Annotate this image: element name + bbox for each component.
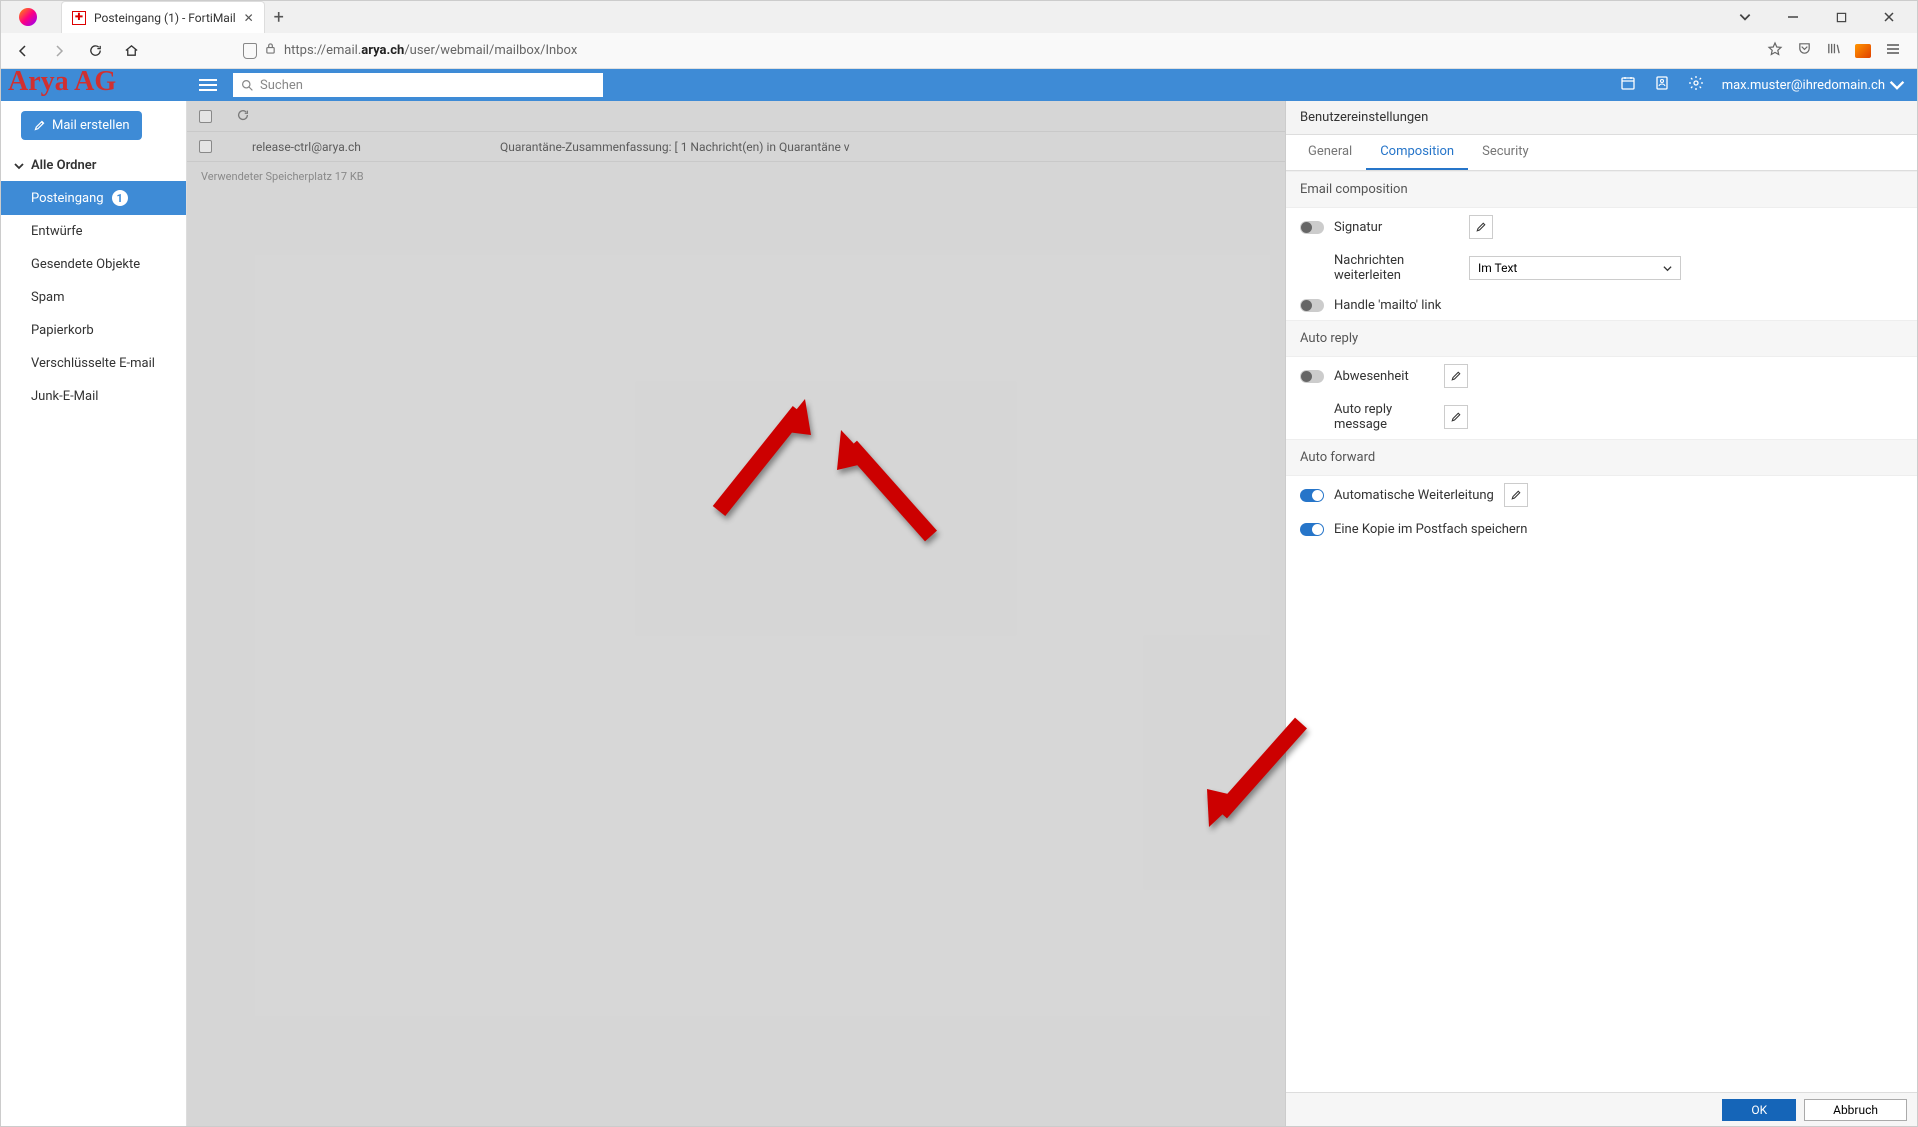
window-minimize-button[interactable]	[1779, 3, 1807, 31]
settings-panel: Benutzereinstellungen General Compositio…	[1285, 101, 1917, 1126]
titlebar-right	[1731, 3, 1917, 31]
section-auto-reply: Auto reply	[1286, 320, 1917, 357]
fortimail-favicon-icon: ✚	[72, 11, 86, 25]
signature-label: Signatur	[1334, 220, 1459, 235]
toggle-keep-copy[interactable]	[1300, 523, 1324, 536]
sidebar-toggle-button[interactable]	[199, 76, 217, 94]
settings-gear-icon[interactable]	[1688, 75, 1704, 95]
user-email: max.muster@ihredomain.ch	[1722, 78, 1885, 93]
browser-titlebar: ✚ Posteingang (1) - FortiMail ✕ +	[1, 1, 1917, 33]
sidebar: Mail erstellen Alle Ordner Posteingang 1…	[1, 101, 187, 1126]
tab-composition[interactable]: Composition	[1366, 135, 1468, 170]
forward-mode-label: Nachrichten weiterleiten	[1334, 253, 1459, 283]
folder-junk[interactable]: Junk-E-Mail	[1, 380, 186, 413]
tab-general[interactable]: General	[1294, 135, 1366, 170]
auto-reply-msg-label: Auto reply message	[1334, 402, 1434, 432]
account-icon[interactable]	[1855, 44, 1871, 58]
nav-forward-button[interactable]	[45, 37, 73, 65]
tabs-dropdown-icon[interactable]	[1731, 3, 1759, 31]
pencil-icon	[33, 119, 46, 132]
annotation-arrow-2	[831, 426, 941, 546]
nav-back-button[interactable]	[9, 37, 37, 65]
firefox-icon	[19, 8, 37, 26]
browser-navbar: https://email.arya.ch/user/webmail/mailb…	[1, 33, 1917, 69]
bookmark-star-icon[interactable]	[1767, 41, 1783, 61]
contacts-icon[interactable]	[1654, 75, 1670, 95]
setting-signature: Signatur	[1286, 208, 1917, 246]
header-right: max.muster@ihredomain.ch	[1620, 75, 1917, 95]
all-folders-label: Alle Ordner	[31, 158, 96, 173]
panel-footer: OK Abbruch	[1286, 1092, 1917, 1126]
url-bar[interactable]: https://email.arya.ch/user/webmail/mailb…	[243, 42, 1243, 59]
section-email-composition: Email composition	[1286, 171, 1917, 208]
folder-label: Posteingang	[31, 191, 104, 206]
cancel-button[interactable]: Abbruch	[1804, 1099, 1907, 1121]
setting-keep-copy: Eine Kopie im Postfach speichern	[1286, 514, 1917, 544]
tab-security[interactable]: Security	[1468, 135, 1543, 170]
forward-mode-select[interactable]: Im Text	[1469, 256, 1681, 280]
inbox-badge: 1	[112, 190, 128, 206]
chevron-down-icon	[13, 160, 25, 172]
forward-mode-value: Im Text	[1478, 261, 1517, 275]
shield-icon	[243, 43, 257, 59]
setting-mailto: Handle 'mailto' link	[1286, 290, 1917, 320]
folders-header[interactable]: Alle Ordner	[1, 150, 186, 181]
nav-reload-button[interactable]	[81, 37, 109, 65]
tab-title: Posteingang (1) - FortiMail	[94, 11, 236, 25]
lock-icon	[265, 42, 276, 59]
setting-auto-reply-msg: Auto reply message	[1286, 395, 1917, 439]
setting-away: Abwesenheit	[1286, 357, 1917, 395]
chevron-down-icon	[1663, 264, 1672, 273]
edit-auto-reply-button[interactable]	[1444, 405, 1468, 429]
library-icon[interactable]	[1826, 41, 1841, 60]
close-tab-icon[interactable]: ✕	[244, 11, 254, 25]
folder-spam[interactable]: Spam	[1, 281, 186, 314]
window-maximize-button[interactable]	[1827, 3, 1855, 31]
folder-sent[interactable]: Gesendete Objekte	[1, 248, 186, 281]
edit-away-button[interactable]	[1444, 364, 1468, 388]
browser-tab[interactable]: ✚ Posteingang (1) - FortiMail ✕	[61, 1, 265, 33]
browser-menu-button[interactable]	[1885, 41, 1901, 61]
keep-copy-label: Eine Kopie im Postfach speichern	[1334, 522, 1527, 537]
toggle-auto-forward[interactable]	[1300, 489, 1324, 502]
search-input[interactable]: Suchen	[233, 73, 603, 97]
auto-forward-label: Automatische Weiterleitung	[1334, 488, 1494, 503]
panel-title: Benutzereinstellungen	[1286, 101, 1917, 135]
compose-button[interactable]: Mail erstellen	[21, 111, 142, 140]
app-header: Suchen max.muster@ihredomain.ch	[1, 69, 1917, 101]
new-tab-button[interactable]: +	[265, 3, 293, 31]
mailto-label: Handle 'mailto' link	[1334, 298, 1441, 313]
edit-auto-forward-button[interactable]	[1504, 483, 1528, 507]
folder-encrypted[interactable]: Verschlüsselte E-mail	[1, 347, 186, 380]
annotation-arrow-3	[1201, 713, 1311, 833]
toggle-away[interactable]	[1300, 370, 1324, 383]
setting-forward-mode: Nachrichten weiterleiten Im Text	[1286, 246, 1917, 290]
toggle-mailto[interactable]	[1300, 299, 1324, 312]
away-label: Abwesenheit	[1334, 369, 1434, 384]
nav-home-button[interactable]	[117, 37, 145, 65]
annotation-arrow-1	[709, 391, 819, 521]
chevron-down-icon	[1889, 77, 1905, 93]
compose-label: Mail erstellen	[52, 118, 130, 133]
pocket-icon[interactable]	[1797, 41, 1812, 60]
url-text: https://email.arya.ch/user/webmail/mailb…	[284, 43, 577, 58]
search-icon	[241, 79, 254, 92]
folder-inbox[interactable]: Posteingang 1	[1, 181, 186, 215]
edit-signature-button[interactable]	[1469, 215, 1493, 239]
navbar-right	[1767, 41, 1909, 61]
search-placeholder: Suchen	[260, 78, 303, 93]
section-auto-forward: Auto forward	[1286, 439, 1917, 476]
calendar-icon[interactable]	[1620, 75, 1636, 95]
setting-auto-forward: Automatische Weiterleitung	[1286, 476, 1917, 514]
folder-trash[interactable]: Papierkorb	[1, 314, 186, 347]
folder-drafts[interactable]: Entwürfe	[1, 215, 186, 248]
titlebar-left: ✚ Posteingang (1) - FortiMail ✕ +	[1, 1, 293, 33]
window-close-button[interactable]	[1875, 3, 1903, 31]
settings-tabs: General Composition Security	[1286, 135, 1917, 171]
toggle-signature[interactable]	[1300, 221, 1324, 234]
app-logo: Arya AG	[8, 66, 116, 98]
user-menu[interactable]: max.muster@ihredomain.ch	[1722, 77, 1905, 93]
ok-button[interactable]: OK	[1722, 1099, 1796, 1121]
